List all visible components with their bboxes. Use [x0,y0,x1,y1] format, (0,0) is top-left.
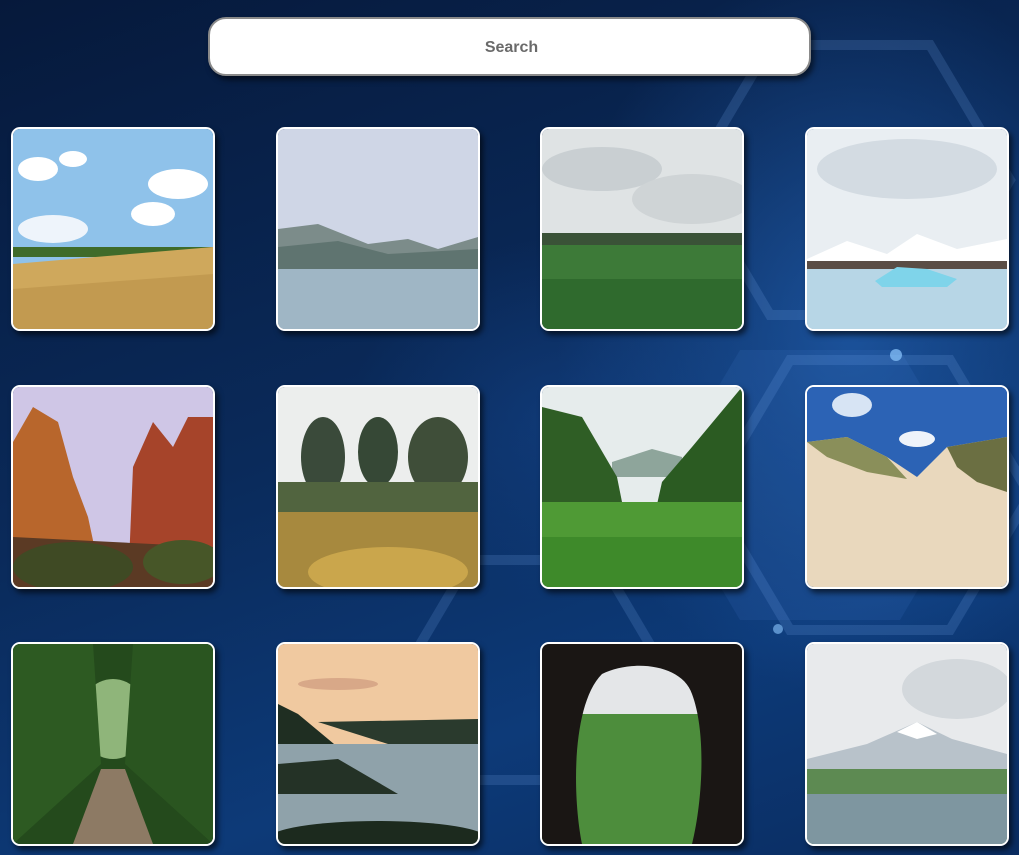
tile-forest-path[interactable] [11,642,215,846]
search-input[interactable] [210,19,813,76]
tile-mountain-lake[interactable] [276,127,480,331]
mountain-lake-image [278,129,478,329]
tile-green-meadow[interactable] [540,127,744,331]
wheat-field-image [13,129,213,329]
tile-forest-garden[interactable] [276,385,480,589]
tile-sand-dunes[interactable] [805,385,1009,589]
search-bar[interactable] [208,17,813,76]
green-meadow-image [542,129,742,329]
tile-coastal-cliffs[interactable] [276,642,480,846]
cave-view-image [542,644,742,844]
tile-wheat-field[interactable] [11,127,215,331]
tile-red-rock-canyon[interactable] [11,385,215,589]
glacier-lagoon-image [807,129,1007,329]
sand-dunes-image [807,387,1007,587]
tile-glacier-lagoon[interactable] [805,127,1009,331]
tile-snowy-mountain-field[interactable] [805,642,1009,846]
snowy-mountain-field-image [807,644,1007,844]
coastal-cliffs-image [278,644,478,844]
tile-cave-view[interactable] [540,642,744,846]
forest-path-image [13,644,213,844]
jungle-valley-image [542,387,742,587]
red-rock-canyon-image [13,387,213,587]
tile-jungle-valley[interactable] [540,385,744,589]
forest-garden-image [278,387,478,587]
